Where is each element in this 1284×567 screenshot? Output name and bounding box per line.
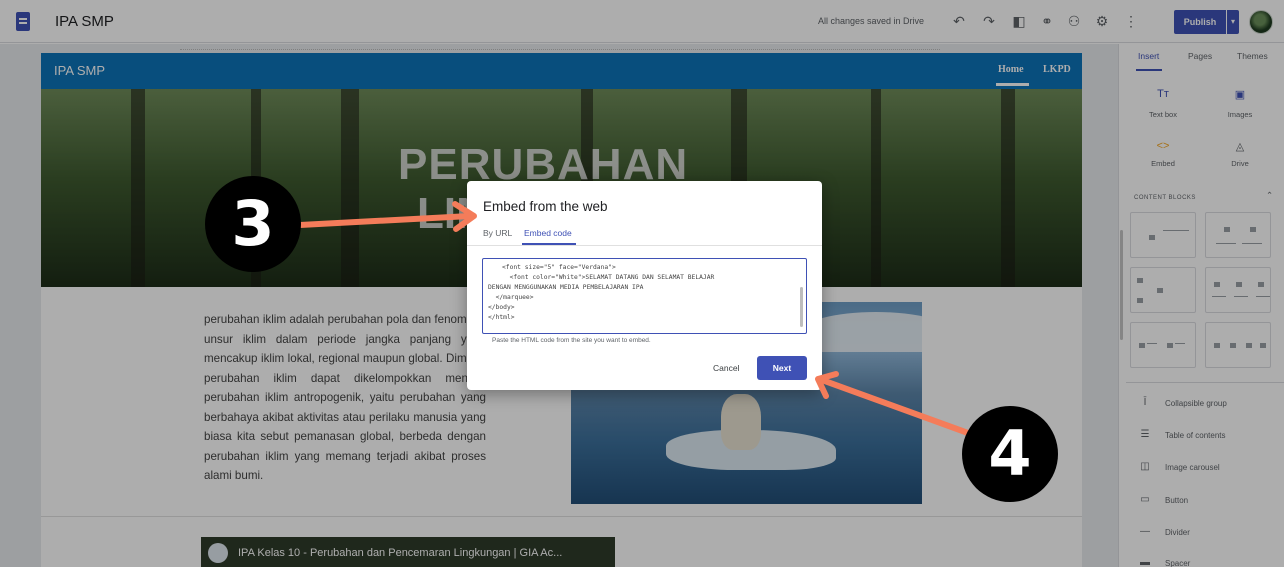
annotation-arrows: [297, 201, 971, 436]
step-3-badge: 3: [205, 176, 301, 272]
arrow-step-4: [815, 371, 971, 436]
step-4-badge: 4: [962, 406, 1058, 502]
arrow-step-3: [297, 201, 477, 232]
